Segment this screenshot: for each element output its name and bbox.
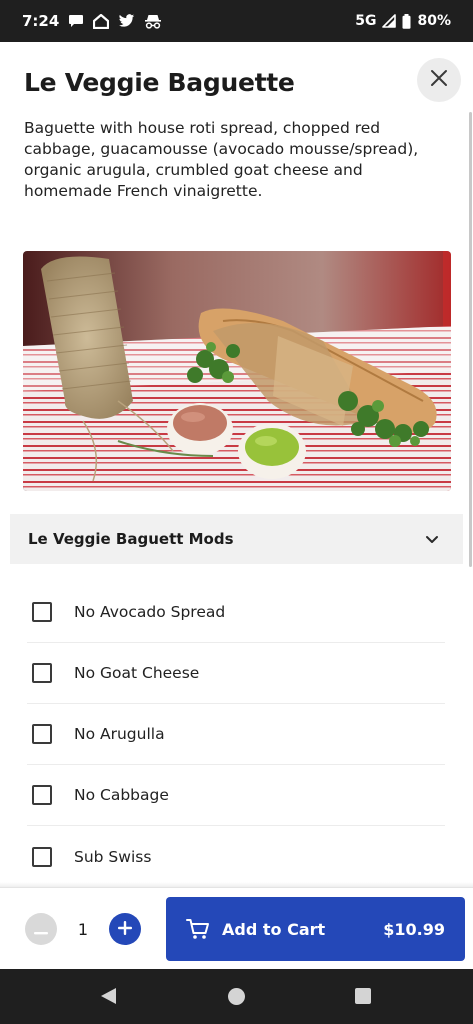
mod-option-no-avocado-spread[interactable]: No Avocado Spread xyxy=(27,582,445,643)
item-photo-illustration xyxy=(23,251,451,491)
signal-icon xyxy=(382,14,397,28)
status-time: 7:24 xyxy=(22,12,60,30)
checkbox[interactable] xyxy=(32,724,52,744)
mods-options-list: No Avocado Spread No Goat Cheese No Arug… xyxy=(27,582,445,887)
item-photo xyxy=(23,251,451,491)
item-title: Le Veggie Baguette xyxy=(24,68,295,97)
mod-option-sub-swiss[interactable]: Sub Swiss xyxy=(27,826,445,887)
cart-price: $10.99 xyxy=(383,919,445,939)
mod-option-label: No Cabbage xyxy=(74,786,169,804)
home-icon xyxy=(93,13,110,29)
chat-icon xyxy=(68,14,84,28)
quantity-value: 1 xyxy=(77,920,89,939)
network-label: 5G xyxy=(355,13,377,29)
mod-option-label: No Goat Cheese xyxy=(74,664,200,682)
minus-icon xyxy=(34,920,48,939)
add-to-cart-label: Add to Cart xyxy=(222,919,326,939)
mod-option-label: No Arugulla xyxy=(74,725,165,743)
checkbox[interactable] xyxy=(32,602,52,622)
back-icon[interactable] xyxy=(100,987,117,1009)
cart-icon xyxy=(186,918,210,940)
mods-section-header[interactable]: Le Veggie Baguett Mods xyxy=(10,514,463,564)
plus-icon xyxy=(118,920,132,939)
close-button[interactable] xyxy=(417,58,461,102)
status-bar: 7:24 5G 80% xyxy=(0,0,473,42)
decrease-quantity-button[interactable] xyxy=(25,913,57,945)
mod-option-no-arugulla[interactable]: No Arugulla xyxy=(27,704,445,765)
incognito-icon xyxy=(144,14,162,29)
twitter-icon xyxy=(118,14,135,28)
status-right: 5G 80% xyxy=(355,13,451,29)
checkbox[interactable] xyxy=(32,785,52,805)
system-nav-bar xyxy=(0,969,473,1024)
mod-option-label: Sub Swiss xyxy=(74,847,152,866)
item-description: Baguette with house roti spread, chopped… xyxy=(24,119,419,200)
mod-option-label: No Avocado Spread xyxy=(74,603,226,621)
home-button-icon[interactable] xyxy=(228,988,245,1005)
battery-icon xyxy=(402,13,411,29)
checkbox[interactable] xyxy=(32,663,52,683)
mods-section-title: Le Veggie Baguett Mods xyxy=(28,530,234,548)
checkbox[interactable] xyxy=(32,846,52,867)
close-icon xyxy=(430,69,448,91)
add-to-cart-button[interactable]: Add to Cart $10.99 xyxy=(166,897,465,961)
cart-bar: 1 Add to Cart $10.99 xyxy=(0,887,473,969)
chevron-down-icon xyxy=(425,535,439,544)
mod-option-no-goat-cheese[interactable]: No Goat Cheese xyxy=(27,643,445,704)
status-left: 7:24 xyxy=(22,12,162,30)
recents-icon[interactable] xyxy=(355,988,371,1004)
battery-level: 80% xyxy=(417,13,451,29)
increase-quantity-button[interactable] xyxy=(109,913,141,945)
mod-option-no-cabbage[interactable]: No Cabbage xyxy=(27,765,445,826)
scrollbar[interactable] xyxy=(469,112,472,567)
